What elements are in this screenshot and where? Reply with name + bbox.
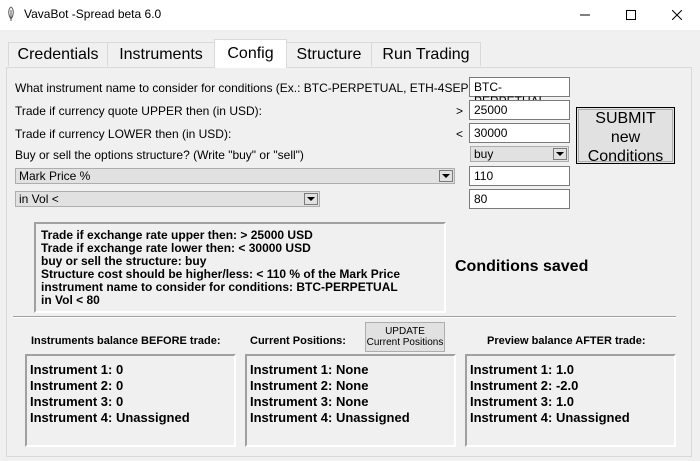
- chevron-down-icon[interactable]: [553, 148, 567, 160]
- tab-credentials[interactable]: Credentials: [8, 42, 108, 66]
- before-balance-box: Instrument 1: 0 Instrument 2: 0 Instrume…: [25, 354, 236, 447]
- submit-label-line-1: SUBMIT: [595, 110, 656, 127]
- summary-line: instrument name to consider for conditio…: [41, 280, 398, 294]
- tab-run-trading[interactable]: Run Trading: [371, 42, 481, 66]
- update-positions-button[interactable]: UPDATE Current Positions: [365, 322, 445, 352]
- tab-config[interactable]: Config: [214, 39, 287, 68]
- list-item: Instrument 4: Unassigned: [30, 410, 190, 425]
- list-item: Instrument 1: 1.0: [470, 362, 575, 377]
- after-balance-title: Preview balance AFTER trade:: [487, 335, 646, 347]
- price-reference-value: Mark Price %: [19, 169, 91, 183]
- vol-select[interactable]: in Vol <: [15, 191, 320, 207]
- upper-sign: >: [456, 104, 464, 118]
- side-prompt: Buy or sell the options structure? (Writ…: [15, 148, 304, 162]
- close-icon: [672, 10, 682, 20]
- lower-quote-input[interactable]: 30000: [469, 123, 570, 143]
- summary-line: in Vol < 80: [41, 293, 100, 307]
- list-item: Instrument 1: None: [250, 362, 369, 377]
- list-item: Instrument 3: 0: [30, 394, 124, 409]
- submit-conditions-button[interactable]: SUBMIT new Conditions: [576, 107, 675, 165]
- chevron-down-icon[interactable]: [439, 170, 453, 182]
- vol-input[interactable]: 80: [469, 189, 570, 209]
- after-balance-box: Instrument 1: 1.0 Instrument 2: -2.0 Ins…: [465, 354, 676, 447]
- vol-select-value: in Vol <: [19, 192, 59, 206]
- list-item: Instrument 1: 0: [30, 362, 124, 377]
- chevron-down-icon[interactable]: [304, 193, 318, 205]
- price-reference-select[interactable]: Mark Price %: [15, 168, 455, 184]
- upper-quote-input[interactable]: 25000: [469, 100, 570, 120]
- conditions-summary: Trade if exchange rate upper then: > 250…: [34, 222, 446, 313]
- maximize-button[interactable]: [608, 0, 654, 30]
- title-bar: VavaBot -Spread beta 6.0: [0, 0, 700, 30]
- minimize-icon: [580, 14, 590, 16]
- list-item: Instrument 4: Unassigned: [470, 410, 630, 425]
- list-item: Instrument 2: -2.0: [470, 378, 579, 393]
- price-percent-input[interactable]: 110: [469, 166, 570, 186]
- positions-title: Current Positions:: [250, 335, 346, 347]
- positions-box: Instrument 1: None Instrument 2: None In…: [245, 354, 456, 447]
- feather-icon: [8, 6, 14, 21]
- tab-structure[interactable]: Structure: [286, 42, 372, 66]
- list-item: Instrument 3: 1.0: [470, 394, 575, 409]
- list-item: Instrument 2: None: [250, 378, 369, 393]
- maximize-icon: [626, 10, 636, 20]
- submit-label-line-3: Conditions: [587, 148, 664, 165]
- submit-label-line-2: new: [610, 129, 641, 146]
- update-label-line-2: Current Positions: [366, 337, 444, 348]
- list-item: Instrument 4: Unassigned: [250, 410, 410, 425]
- upper-prompt: Trade if currency quote UPPER then (in U…: [15, 104, 262, 118]
- lower-sign: <: [456, 127, 464, 141]
- divider: [13, 316, 676, 318]
- lower-prompt: Trade if currency LOWER then (in USD):: [15, 127, 232, 141]
- list-item: Instrument 3: None: [250, 394, 369, 409]
- window-title: VavaBot -Spread beta 6.0: [24, 7, 162, 21]
- instrument-name-input[interactable]: BTC-PERPETUAL: [469, 77, 570, 108]
- before-balance-title: Instruments balance BEFORE trade:: [31, 335, 221, 347]
- update-label-line-1: UPDATE: [385, 326, 425, 337]
- buy-sell-value: buy: [474, 147, 494, 161]
- list-item: Instrument 2: 0: [30, 378, 124, 393]
- buy-sell-select[interactable]: buy: [470, 146, 569, 162]
- tab-instruments[interactable]: Instruments: [107, 42, 215, 66]
- close-button[interactable]: [654, 0, 700, 30]
- status-message: Conditions saved: [455, 258, 589, 275]
- instrument-prompt: What instrument name to consider for con…: [15, 81, 490, 95]
- minimize-button[interactable]: [562, 0, 608, 30]
